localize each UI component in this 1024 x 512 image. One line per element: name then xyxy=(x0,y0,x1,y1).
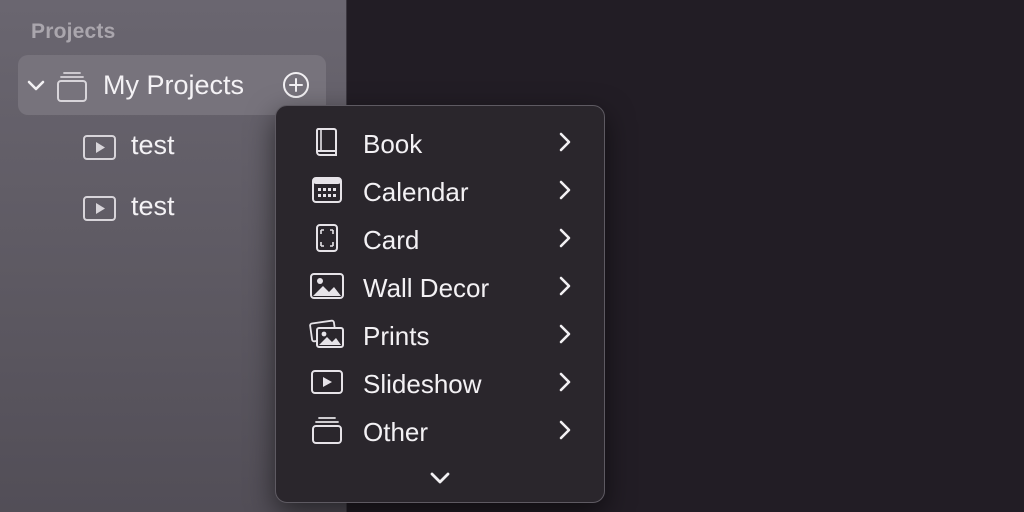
chevron-right-icon xyxy=(557,323,573,345)
menu-item-label: Calendar xyxy=(363,177,469,207)
menu-item-other[interactable]: Other xyxy=(276,407,604,453)
chevron-down-icon[interactable] xyxy=(26,78,46,94)
stack-icon xyxy=(55,69,89,103)
menu-item-label: Book xyxy=(363,129,423,159)
chevron-right-icon xyxy=(557,179,573,201)
project-item[interactable]: test xyxy=(82,128,282,168)
project-item-label: test xyxy=(131,130,175,160)
prints-icon xyxy=(309,319,345,349)
section-header-projects: Projects xyxy=(31,20,116,43)
menu-item-label: Wall Decor xyxy=(363,273,490,303)
plus-circle-icon[interactable] xyxy=(282,71,310,99)
menu-item-label: Card xyxy=(363,225,420,255)
calendar-icon xyxy=(309,175,345,205)
photo-icon xyxy=(309,271,345,301)
new-project-menu: Book Calendar Card Wall Decor Prints Sli… xyxy=(275,105,605,503)
menu-item-label: Prints xyxy=(363,321,430,351)
menu-item-prints[interactable]: Prints xyxy=(276,311,604,357)
project-item-label: test xyxy=(131,191,175,221)
slideshow-icon xyxy=(309,367,345,397)
menu-item-wall-decor[interactable]: Wall Decor xyxy=(276,263,604,309)
chevron-right-icon xyxy=(557,131,573,153)
stack-icon xyxy=(309,415,345,445)
menu-item-label: Slideshow xyxy=(363,369,482,399)
chevron-right-icon xyxy=(557,371,573,393)
menu-item-calendar[interactable]: Calendar xyxy=(276,167,604,213)
slideshow-icon xyxy=(82,134,117,161)
chevron-right-icon xyxy=(557,419,573,441)
folder-label: My Projects xyxy=(103,70,245,100)
chevron-right-icon xyxy=(557,227,573,249)
menu-item-card[interactable]: Card xyxy=(276,215,604,261)
project-item[interactable]: test xyxy=(82,189,282,229)
card-icon xyxy=(309,223,345,253)
menu-item-label: Other xyxy=(363,417,429,447)
chevron-down-icon[interactable] xyxy=(428,468,452,488)
chevron-right-icon xyxy=(557,275,573,297)
book-icon xyxy=(309,127,345,157)
menu-item-slideshow[interactable]: Slideshow xyxy=(276,359,604,405)
slideshow-icon xyxy=(82,195,117,222)
menu-item-book[interactable]: Book xyxy=(276,119,604,165)
